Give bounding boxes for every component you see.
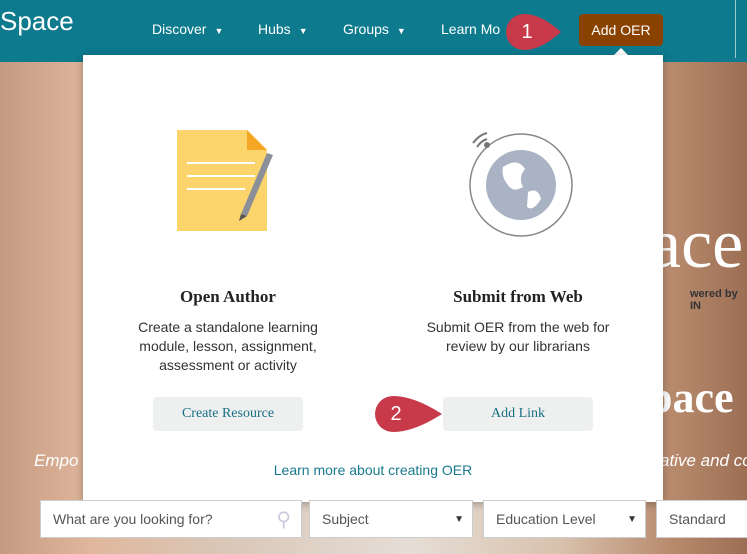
nav-discover[interactable]: Discover ▼ — [152, 21, 223, 37]
create-resource-button[interactable]: Create Resource — [153, 397, 303, 431]
nav-label: Discover — [152, 21, 207, 37]
add-oer-button[interactable]: Add OER — [579, 14, 663, 46]
nav-label: Learn Mo — [441, 21, 501, 37]
education-level-select[interactable]: Education Level ▼ — [483, 500, 646, 538]
subject-value: Subject — [322, 511, 369, 527]
open-author-title: Open Author — [180, 287, 276, 306]
search-icon[interactable]: ⚲ — [276, 507, 291, 532]
education-level-value: Education Level — [496, 511, 596, 527]
tagline-left: Empo — [34, 451, 79, 470]
nav-hubs[interactable]: Hubs ▼ — [258, 21, 308, 37]
standard-select[interactable]: Standard — [656, 500, 747, 538]
document-pencil-icon — [177, 130, 273, 231]
chevron-down-icon: ▼ — [627, 513, 637, 525]
standard-value: Standard — [669, 511, 726, 527]
top-header: Space Discover ▼ Hubs ▼ Groups ▼ Learn Mo A… — [0, 0, 747, 62]
chevron-down-icon: ▼ — [396, 26, 406, 36]
subject-select[interactable]: Subject ▼ — [309, 500, 473, 538]
logo[interactable]: Space — [0, 6, 74, 37]
chevron-down-icon: ▼ — [298, 26, 308, 36]
callout-badge-2: 2 — [374, 395, 442, 433]
divider — [735, 0, 736, 58]
chevron-down-icon: ▼ — [454, 513, 464, 525]
callout-badge-1: 1 — [505, 13, 563, 51]
hero-powered-by: wered by IN — [690, 288, 738, 312]
hero-title: ace — [650, 206, 744, 283]
search-placeholder: What are you looking for? — [53, 511, 213, 527]
add-oer-popup: Open Author Create a standalone learning… — [83, 55, 663, 502]
learn-more-link[interactable]: Learn more about creating OER — [83, 462, 663, 478]
callout-number: 1 — [521, 20, 533, 43]
globe-icon — [469, 132, 573, 237]
add-link-button[interactable]: Add Link — [443, 397, 593, 431]
submit-web-description: Submit OER from the web for review by ou… — [426, 319, 610, 354]
submit-web-title: Submit from Web — [453, 287, 583, 306]
nav-groups[interactable]: Groups ▼ — [343, 21, 406, 37]
nav-label: Groups — [343, 21, 389, 37]
nav-label: Hubs — [258, 21, 291, 37]
chevron-down-icon: ▼ — [214, 26, 224, 36]
search-input[interactable]: What are you looking for? ⚲ — [40, 500, 302, 538]
callout-number: 2 — [390, 402, 402, 425]
open-author-description: Create a standalone learning module, les… — [138, 319, 318, 373]
tagline-right: ative and co — [660, 451, 747, 470]
nav-learn-more[interactable]: Learn Mo — [441, 21, 500, 37]
